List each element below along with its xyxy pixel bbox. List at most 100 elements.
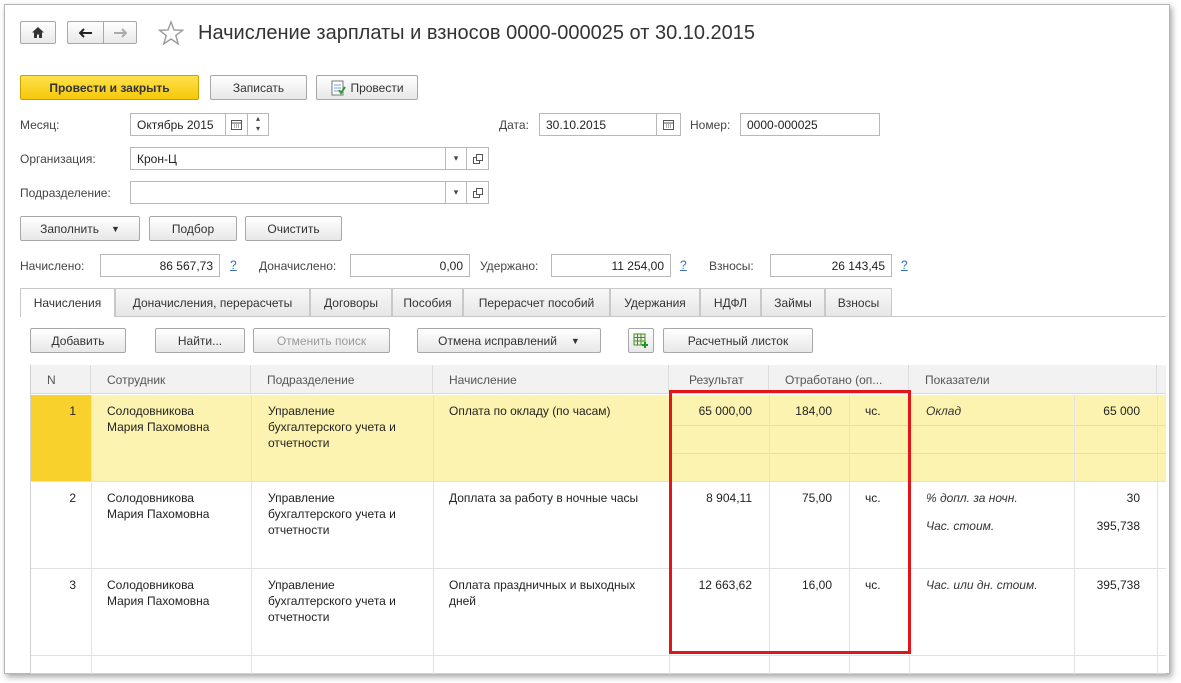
- tab-contributions[interactable]: Взносы: [825, 288, 892, 316]
- accrued-help-link[interactable]: ?: [230, 258, 237, 272]
- contributions-field: 26 143,45: [770, 254, 892, 277]
- grid-col-line: [433, 395, 434, 674]
- contributions-label: Взносы:: [709, 259, 754, 273]
- department-name: Управление бухгалтерского учета и отчетнос…: [268, 403, 428, 451]
- clear-button[interactable]: Очистить: [245, 216, 342, 241]
- post-button[interactable]: Провести: [316, 75, 418, 100]
- organization-open-button[interactable]: [467, 147, 489, 170]
- tab-accruals[interactable]: Начисления: [20, 288, 115, 317]
- department-line: отчетности: [268, 523, 330, 537]
- department-line: бухгалтерского учета и: [268, 507, 396, 521]
- tab-benefits-recalc[interactable]: Перерасчет пособий: [463, 288, 610, 316]
- accrual-line: дней: [449, 594, 477, 608]
- indicator-value: 395,738: [1096, 519, 1140, 533]
- tab-deductions[interactable]: Удержания: [610, 288, 700, 316]
- cancel-search-button[interactable]: Отменить поиск: [253, 328, 390, 353]
- month-field[interactable]: Октябрь 2015: [130, 113, 226, 136]
- open-icon: [472, 153, 483, 164]
- grid-col-line: [1074, 395, 1075, 674]
- header-department[interactable]: Подразделение: [251, 365, 433, 394]
- row-number: 3: [69, 578, 76, 592]
- department-name: Управление бухгалтерского учета и отчетнос…: [268, 490, 428, 538]
- department-line: бухгалтерского учета и: [268, 420, 396, 434]
- month-spinner[interactable]: ▴ ▾: [248, 113, 269, 136]
- spin-down-icon[interactable]: ▾: [248, 124, 268, 134]
- number-field[interactable]: 0000-000025: [740, 113, 880, 136]
- find-button[interactable]: Найти...: [155, 328, 245, 353]
- fill-button[interactable]: Заполнить ▼: [20, 216, 140, 241]
- indicator-value: 65 000: [1103, 404, 1140, 418]
- save-button[interactable]: Записать: [210, 75, 307, 100]
- calendar-icon: [231, 120, 242, 130]
- fill-button-label: Заполнить: [40, 221, 99, 236]
- date-calendar-button[interactable]: [657, 113, 681, 136]
- header-n[interactable]: N: [31, 365, 91, 394]
- calendar-button[interactable]: [226, 113, 248, 136]
- arrow-left-icon: [78, 27, 92, 38]
- chevron-down-icon: ▼: [570, 335, 580, 346]
- department-dropdown-button[interactable]: ▾: [446, 181, 467, 204]
- contributions-help-link[interactable]: ?: [901, 258, 908, 272]
- add-column-button[interactable]: [628, 328, 654, 353]
- header-indicators[interactable]: Показатели: [909, 365, 1157, 394]
- row-number: 2: [69, 491, 76, 505]
- home-icon: [32, 27, 44, 38]
- calendar-icon: [663, 120, 674, 130]
- header-n-label: N: [47, 372, 56, 387]
- withheld-field: 11 254,00: [551, 254, 671, 277]
- select-button[interactable]: Подбор: [149, 216, 237, 241]
- date-field[interactable]: 30.10.2015: [539, 113, 657, 136]
- tab-contracts[interactable]: Договоры: [310, 288, 392, 316]
- department-line: Управление: [268, 491, 335, 505]
- post-icon: [331, 80, 347, 95]
- add-button[interactable]: Добавить: [30, 328, 126, 353]
- spin-up-icon[interactable]: ▴: [248, 114, 268, 124]
- post-and-close-button[interactable]: Провести и закрыть: [20, 75, 199, 100]
- grid-col-line: [91, 395, 92, 674]
- highlight-annotation-box: [669, 390, 911, 654]
- grid-row-line: [31, 481, 1166, 482]
- accrued-field: 86 567,73: [100, 254, 220, 277]
- header-accrual[interactable]: Начисление: [433, 365, 669, 394]
- number-label: Номер:: [690, 118, 731, 132]
- extra-accrued-label: Доначислено:: [259, 259, 337, 273]
- cancel-corrections-button[interactable]: Отмена исправлений ▼: [417, 328, 601, 353]
- payslip-button[interactable]: Расчетный листок: [663, 328, 813, 353]
- indicator-name: % допл. за ночн.: [926, 491, 1018, 505]
- forward-button[interactable]: [103, 21, 137, 44]
- department-line: отчетности: [268, 610, 330, 624]
- organization-field[interactable]: Крон-Ц: [130, 147, 446, 170]
- indicator-name: Час. или дн. стоим.: [926, 578, 1038, 592]
- header-worked-label: Отработано (оп...: [785, 372, 883, 387]
- tab-extra-accruals[interactable]: Доначисления, перерасчеты: [115, 288, 310, 316]
- header-accrual-label: Начисление: [449, 372, 517, 387]
- accrual-line: Оплата праздничных и выходных: [449, 578, 636, 592]
- department-field[interactable]: [130, 181, 446, 204]
- chevron-down-icon: ▼: [111, 223, 120, 234]
- home-button[interactable]: [20, 21, 56, 44]
- tab-loans[interactable]: Займы: [761, 288, 825, 316]
- tab-benefits[interactable]: Пособия: [392, 288, 463, 316]
- department-open-button[interactable]: [467, 181, 489, 204]
- chevron-down-icon: ▾: [453, 153, 459, 163]
- employee-given-name: Мария Пахомовна: [107, 420, 210, 434]
- tab-ndfl[interactable]: НДФЛ: [700, 288, 761, 316]
- star-icon[interactable]: [157, 20, 185, 46]
- withheld-help-link[interactable]: ?: [680, 258, 687, 272]
- employee-given-name: Мария Пахомовна: [107, 507, 210, 521]
- department-label: Подразделение:: [20, 186, 111, 200]
- grid-col-line: [1157, 395, 1158, 674]
- grid-row-line: [31, 655, 1166, 656]
- withheld-label: Удержано:: [480, 259, 539, 273]
- employee-name: Солодовникова Мария Пахомовна: [107, 577, 247, 609]
- page-title: Начисление зарплаты и взносов 0000-00002…: [198, 22, 756, 44]
- header-employee[interactable]: Сотрудник: [91, 365, 251, 394]
- back-button[interactable]: [67, 21, 103, 44]
- tabs-baseline: [20, 316, 1166, 317]
- employee-name: Солодовникова Мария Пахомовна: [107, 490, 247, 522]
- organization-dropdown-button[interactable]: ▾: [446, 147, 467, 170]
- indicator-value: 395,738: [1096, 578, 1140, 592]
- employee-surname: Солодовникова: [107, 491, 194, 505]
- arrow-right-icon: [114, 27, 127, 38]
- grid-row-line: [31, 568, 1166, 569]
